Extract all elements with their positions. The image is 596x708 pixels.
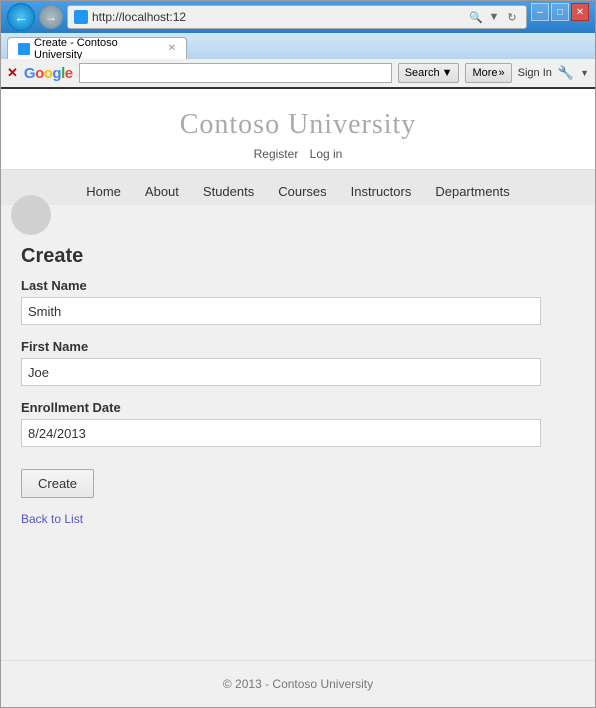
url-text[interactable]: http://localhost:12 [92,10,464,24]
first-name-input[interactable] [21,358,541,386]
favicon-icon [74,10,88,24]
back-to-list-link[interactable]: Back to List [21,512,575,526]
enrollment-date-group: Enrollment Date [21,400,575,447]
nav-about[interactable]: About [133,178,191,205]
site-wrapper: Contoso University Register Log in Home … [1,89,595,707]
enrollment-date-input[interactable] [21,419,541,447]
address-bar: http://localhost:12 🔍 ▼ ↻ [67,5,527,29]
nav-students[interactable]: Students [191,178,266,205]
back-button[interactable]: ← [7,3,35,31]
nav-courses[interactable]: Courses [266,178,338,205]
auth-links: Register Log in [1,147,595,161]
google-more-label: More [472,67,497,79]
nav-departments[interactable]: Departments [423,178,521,205]
google-more-arrows-icon: » [499,67,505,79]
last-name-label: Last Name [21,278,575,293]
register-link[interactable]: Register [254,147,299,161]
google-wrench-icon[interactable]: 🔧 [558,65,574,81]
title-bar: ← → http://localhost:12 🔍 ▼ ↻ – □ ✕ [1,1,595,33]
tab-favicon-icon [18,43,30,55]
google-toolbar-close[interactable]: ✕ [7,65,18,81]
last-name-input[interactable] [21,297,541,325]
google-more-button[interactable]: More » [465,63,511,83]
site-title: Contoso University [1,109,595,141]
google-toolbar: ✕ Google Search ▼ More » Sign In 🔧 ▼ [1,59,595,89]
first-name-group: First Name [21,339,575,386]
google-search-button[interactable]: Search ▼ [398,63,460,83]
site-footer: © 2013 - Contoso University [1,660,595,707]
google-signin-link[interactable]: Sign In [518,67,552,79]
copyright-text: © 2013 - Contoso University [223,677,373,691]
close-button[interactable]: ✕ [571,3,589,21]
active-tab[interactable]: Create - Contoso University ✕ [7,37,187,59]
site-header: Contoso University Register Log in [1,89,595,170]
google-logo: Google [24,65,73,82]
address-icons: 🔍 ▼ ↻ [468,9,520,25]
google-wrench-dropdown-icon[interactable]: ▼ [580,68,589,78]
avatar [11,195,51,235]
tab-label: Create - Contoso University [34,37,160,61]
login-link[interactable]: Log in [310,147,343,161]
enrollment-date-label: Enrollment Date [21,400,575,415]
window-controls: – □ ✕ [531,1,589,21]
browser-window: ← → http://localhost:12 🔍 ▼ ↻ – □ ✕ Crea… [0,0,596,708]
nav-home[interactable]: Home [74,178,133,205]
search-icon[interactable]: 🔍 [468,9,484,25]
site-nav: Home About Students Courses Instructors … [1,170,595,205]
forward-button[interactable]: → [39,5,63,29]
browser-content: Contoso University Register Log in Home … [1,89,595,707]
tab-bar: Create - Contoso University ✕ [1,33,595,59]
page-title: Create [21,245,575,268]
first-name-label: First Name [21,339,575,354]
minimize-button[interactable]: – [531,3,549,21]
last-name-group: Last Name [21,278,575,325]
dropdown-icon[interactable]: ▼ [486,9,502,25]
google-search-dropdown-icon: ▼ [442,67,453,79]
google-search-input[interactable] [79,63,392,83]
google-search-label: Search [405,67,440,79]
maximize-button[interactable]: □ [551,3,569,21]
tab-close-icon[interactable]: ✕ [168,43,176,54]
refresh-icon[interactable]: ↻ [504,9,520,25]
avatar-area [1,205,595,225]
nav-instructors[interactable]: Instructors [339,178,424,205]
create-button[interactable]: Create [21,469,94,498]
site-body: Create Last Name First Name Enrollment D… [1,225,595,660]
